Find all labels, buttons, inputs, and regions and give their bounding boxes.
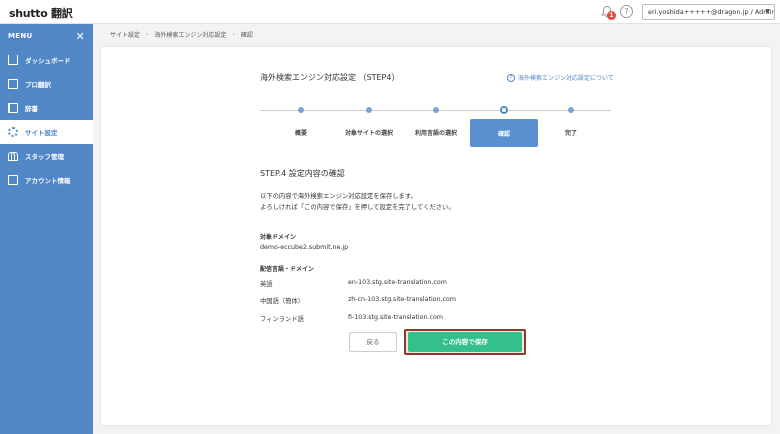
main-panel [100, 46, 772, 426]
step-dot [433, 107, 439, 113]
page-title: 海外検索エンジン対応設定 （STEP4） [260, 73, 400, 82]
notification-badge: 1 [607, 11, 616, 20]
breadcrumb: サイト設定 › 海外検索エンジン対応設定 › 確認 [110, 30, 253, 39]
help-link-label: 海外検索エンジン対応設定について [518, 75, 614, 82]
help-link[interactable]: ? 海外検索エンジン対応設定について [507, 73, 614, 82]
language-domain: en-103.stg.site-translation.com [348, 279, 447, 286]
user-account-select[interactable]: eri.yoshida+++++@dragon.jp / Admin ▼ [642, 4, 775, 20]
sidebar-item-label: アカウント情報 [25, 177, 71, 185]
breadcrumb-item-site-settings[interactable]: サイト設定 [110, 30, 140, 39]
step-dot-current [500, 106, 508, 114]
sidebar-item-label: サイト設定 [25, 129, 58, 137]
sidebar-item-label: 辞書 [25, 105, 38, 113]
target-domain-value: demo-eccube2.submit.ne.jp [260, 244, 349, 251]
sidebar-item-staff[interactable]: スタッフ管理 [0, 144, 93, 168]
language-name: 中国語（簡体） [260, 298, 305, 305]
book-icon [8, 103, 18, 113]
language-domain: zh-cn-103.stg.site-translation.com [348, 296, 457, 303]
language-domain-label: 配信言語・ドメイン [260, 266, 315, 273]
gear-icon [8, 127, 18, 137]
menu-label: MENU [8, 32, 33, 40]
help-icon[interactable]: ? [620, 5, 633, 18]
team-icon [8, 151, 18, 161]
chevron-down-icon: ▼ [765, 8, 770, 15]
language-domain: fi-103.stg.site-translation.com [348, 314, 443, 321]
sidebar-item-site-settings[interactable]: サイト設定 [0, 120, 93, 144]
back-button[interactable]: 戻る [349, 332, 397, 352]
sidebar-item-dashboard[interactable]: ダッシュボード [0, 48, 93, 72]
sidebar-item-label: スタッフ管理 [25, 153, 64, 161]
sidebar-item-account[interactable]: アカウント情報 [0, 168, 93, 192]
description-line: 以下の内容で海外検索エンジン対応設定を保存します。 [260, 193, 417, 200]
chevron-right-icon: › [232, 31, 235, 38]
step-dot [568, 107, 574, 113]
language-name: 英語 [260, 281, 273, 288]
sidebar-item-label: ダッシュボード [25, 57, 71, 65]
document-icon [8, 79, 18, 89]
chevron-right-icon: › [146, 31, 149, 38]
step-label-language: 利用言語の選択 [414, 130, 457, 137]
language-name: フィンランド語 [260, 316, 304, 323]
section-title: STEP.4 設定内容の確認 [260, 169, 345, 178]
sidebar-item-label: プロ翻訳 [25, 81, 51, 89]
close-icon[interactable]: ✕ [75, 31, 85, 42]
target-domain-label: 対象ドメイン [260, 234, 297, 241]
description: 以下の内容で海外検索エンジン対応設定を保存します。 よろしければ「この内容で保存… [260, 191, 455, 213]
question-icon: ? [507, 73, 515, 82]
step-label-complete: 完了 [564, 130, 577, 137]
step-dot [298, 107, 304, 113]
user-account-label: eri.yoshida+++++@dragon.jp / Admin [648, 8, 775, 16]
account-icon [8, 175, 18, 185]
sidebar: MENU ✕ ダッシュボード プロ翻訳 辞書 サイト設定 スタッフ管理 アカウン… [0, 24, 93, 434]
sidebar-header: MENU ✕ [0, 24, 93, 48]
sidebar-item-pro-translation[interactable]: プロ翻訳 [0, 72, 93, 96]
house-icon [8, 55, 18, 65]
sidebar-item-dictionary[interactable]: 辞書 [0, 96, 93, 120]
step-label-target-site: 対象サイトの選択 [344, 130, 393, 137]
save-button[interactable]: この内容で保存 [408, 332, 522, 352]
step-dot [366, 107, 372, 113]
description-line: よろしければ「この内容で保存」を押して設定を完了してください。 [260, 204, 455, 211]
top-bar: shutto 翻訳 1 ? eri.yoshida+++++@dragon.jp… [0, 0, 780, 24]
step-label-overview: 概要 [294, 130, 307, 137]
logo[interactable]: shutto 翻訳 [9, 5, 73, 21]
step-label-confirm: 確認 [497, 131, 510, 138]
breadcrumb-item-search-engine[interactable]: 海外検索エンジン対応設定 [154, 30, 226, 39]
breadcrumb-item-confirm: 確認 [240, 32, 253, 39]
